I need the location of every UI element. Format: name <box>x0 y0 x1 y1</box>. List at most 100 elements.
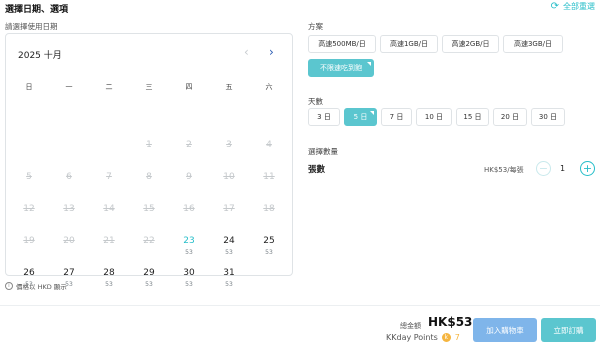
day-number: 21 <box>103 236 115 246</box>
day-number: 2 <box>186 140 192 150</box>
calendar-day: 6 <box>49 172 89 204</box>
currency-note: i 價格以 HKD 顯示 <box>5 281 67 291</box>
weekday-label: 四 <box>185 83 193 91</box>
day-number: 1 <box>146 140 152 150</box>
page-title: 選擇日期、選項 <box>5 5 69 15</box>
day-price: 53 <box>265 249 273 256</box>
reset-label: 全部重選 <box>563 2 595 11</box>
day-number: 18 <box>263 204 275 214</box>
day-number: 28 <box>103 268 115 278</box>
plan-label: 方案 <box>308 22 323 31</box>
day-price: 53 <box>185 281 193 288</box>
day-number: 17 <box>223 204 235 214</box>
day-number: 10 <box>223 172 235 182</box>
calendar-day[interactable]: 24 53 <box>209 236 249 268</box>
day-number: 11 <box>263 172 275 182</box>
day-number: 6 <box>66 172 72 182</box>
day-price: 53 <box>105 281 113 288</box>
weekday-label: 六 <box>265 83 273 91</box>
calendar: 2025 十月 ‹ › 日一二三四五六 1 2 3 4 5 6 7 8 9 10 11 12 13 14 1… <box>5 33 294 288</box>
days-option-20[interactable]: 20 日 <box>493 108 527 126</box>
plan-option-unlimited[interactable]: 不限速吃到飽 <box>308 59 374 77</box>
calendar-day: 16 <box>169 204 209 236</box>
plan-option-2gb[interactable]: 高速2GB/日 <box>442 35 499 53</box>
increase-button[interactable]: + <box>580 161 595 176</box>
day-number: 9 <box>186 172 192 182</box>
calendar-day: 11 <box>249 172 289 204</box>
prev-month-icon[interactable]: ‹ <box>244 45 249 59</box>
day-number: 3 <box>226 140 232 150</box>
day-number: 13 <box>63 204 75 214</box>
calendar-day: 10 <box>209 172 249 204</box>
day-number: 12 <box>23 204 35 214</box>
days-option-3[interactable]: 3 日 <box>308 108 340 126</box>
decrease-button[interactable]: − <box>536 161 551 176</box>
plan-option-1gb[interactable]: 高速1GB/日 <box>380 35 438 53</box>
calendar-month: 2025 十月 <box>18 51 62 61</box>
currency-note-text: 價格以 HKD 顯示 <box>16 283 67 291</box>
points-value: 7 <box>454 333 460 342</box>
next-month-icon[interactable]: › <box>269 45 274 59</box>
calendar-days: 1 2 3 4 5 6 7 8 9 10 11 12 13 14 15 16 17 18 19 20 21 22 23 53 2… <box>6 140 294 300</box>
day-number: 5 <box>26 172 32 182</box>
total-label: 總金額 <box>400 322 421 330</box>
calendar-day: 21 <box>89 236 129 268</box>
quantity-value: 1 <box>560 164 566 173</box>
weekday-label: 五 <box>225 83 233 91</box>
add-to-cart-button[interactable]: 加入購物車 <box>473 318 537 342</box>
day-number: 31 <box>223 268 235 278</box>
days-option-5[interactable]: 5 日 <box>344 108 377 126</box>
day-price: 53 <box>145 281 153 288</box>
weekday-label: 三 <box>145 83 153 91</box>
calendar-day[interactable]: 28 53 <box>89 268 129 300</box>
calendar-day: 13 <box>49 204 89 236</box>
day-number: 14 <box>103 204 115 214</box>
day-number: 27 <box>63 268 75 278</box>
day-number: 19 <box>23 236 35 246</box>
quantity-label: 選擇數量 <box>308 147 338 156</box>
calendar-day: 4 <box>249 140 289 172</box>
calendar-day: 1 <box>129 140 169 172</box>
weekday-label: 日 <box>25 83 33 91</box>
plan-option-500mb[interactable]: 高速500MB/日 <box>308 35 376 53</box>
day-number: 26 <box>23 268 35 278</box>
day-number: 4 <box>266 140 272 150</box>
calendar-day: 22 <box>129 236 169 268</box>
date-label: 請選擇使用日期 <box>5 22 58 31</box>
days-option-15[interactable]: 15 日 <box>456 108 489 126</box>
days-option-10[interactable]: 10 日 <box>416 108 452 126</box>
calendar-day: 9 <box>169 172 209 204</box>
calendar-day: 20 <box>49 236 89 268</box>
day-number: 29 <box>143 268 155 278</box>
calendar-day[interactable]: 25 53 <box>249 236 289 268</box>
days-option-7[interactable]: 7 日 <box>381 108 412 126</box>
calendar-day[interactable]: 31 53 <box>209 268 249 300</box>
calendar-day: 7 <box>89 172 129 204</box>
calendar-day: 18 <box>249 204 289 236</box>
book-now-button[interactable]: 立即訂購 <box>541 318 596 342</box>
day-number: 23 <box>183 236 195 246</box>
calendar-day[interactable]: 30 53 <box>169 268 209 300</box>
calendar-day[interactable]: 23 53 <box>169 236 209 268</box>
reset-all-button[interactable]: ⟳ 全部重選 <box>551 1 595 12</box>
day-number: 8 <box>146 172 152 182</box>
calendar-day[interactable]: 29 53 <box>129 268 169 300</box>
calendar-day: 19 <box>9 236 49 268</box>
points-row: KKday Points k 7 <box>386 333 460 342</box>
coin-icon: k <box>441 333 451 342</box>
day-number: 15 <box>143 204 155 214</box>
total-value: HK$53 <box>428 315 473 329</box>
weekday-label: 二 <box>105 83 113 91</box>
calendar-day: 12 <box>9 204 49 236</box>
weekday-label: 一 <box>65 83 73 91</box>
calendar-day: 3 <box>209 140 249 172</box>
days-option-30[interactable]: 30 日 <box>531 108 565 126</box>
day-number: 16 <box>183 204 195 214</box>
info-icon: i <box>5 282 13 290</box>
calendar-day: 2 <box>169 140 209 172</box>
weekday-header: 日一二三四五六 <box>6 82 294 92</box>
day-number: 30 <box>183 268 195 278</box>
plan-option-3gb[interactable]: 高速3GB/日 <box>503 35 563 53</box>
quantity-item: 張數 <box>308 165 326 175</box>
calendar-day: 14 <box>89 204 129 236</box>
